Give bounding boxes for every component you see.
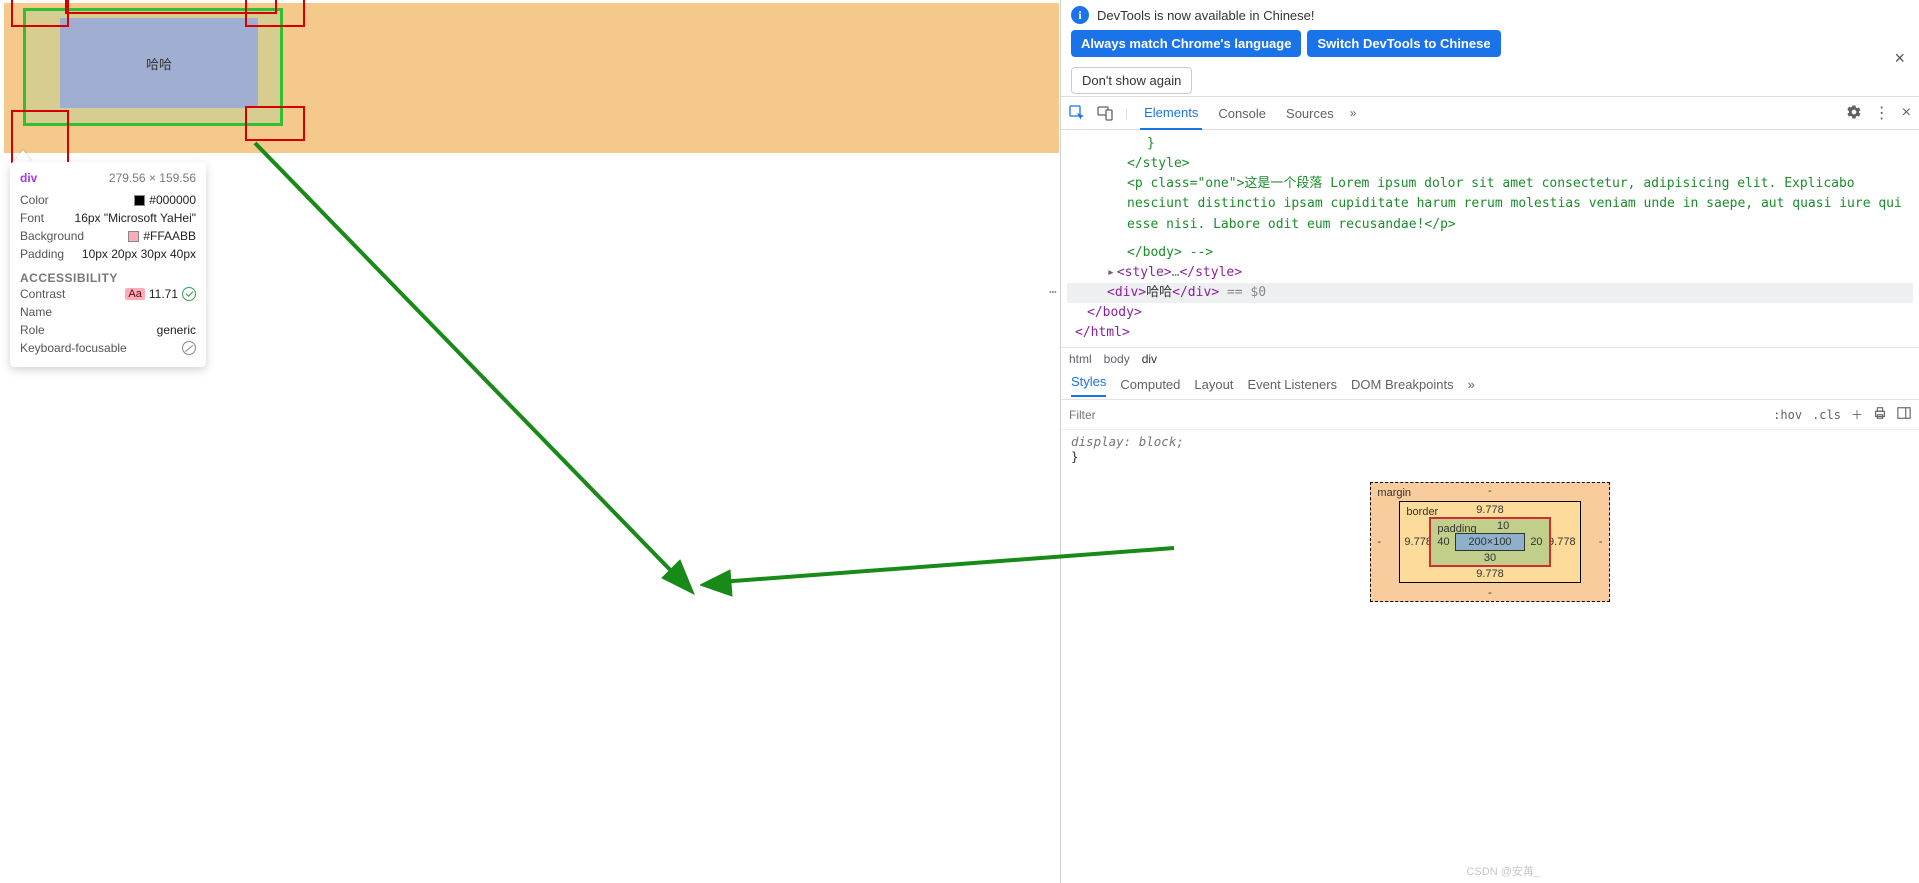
styles-filter-row: :hov .cls ＋ bbox=[1061, 400, 1919, 430]
info-icon: i bbox=[1071, 6, 1089, 24]
annotation-arrow bbox=[700, 540, 1180, 620]
tab-console[interactable]: Console bbox=[1214, 98, 1270, 129]
annotation-box bbox=[245, 0, 305, 27]
tab-computed[interactable]: Computed bbox=[1120, 377, 1180, 392]
devtools-toolbar: | Elements Console Sources » ⋮ × bbox=[1061, 96, 1919, 130]
selected-dom-node[interactable]: ⋯<div>哈哈</div> == $0 bbox=[1067, 283, 1913, 303]
tooltip-label: Color bbox=[20, 193, 49, 207]
tab-layout[interactable]: Layout bbox=[1194, 377, 1233, 392]
tooltip-label: Padding bbox=[20, 247, 64, 261]
tooltip-label: Background bbox=[20, 229, 84, 243]
check-icon bbox=[182, 287, 196, 301]
cls-toggle[interactable]: .cls bbox=[1812, 408, 1841, 422]
gear-icon[interactable] bbox=[1846, 104, 1862, 123]
device-toggle-icon[interactable] bbox=[1097, 105, 1113, 121]
print-icon[interactable] bbox=[1873, 406, 1887, 423]
style-close: } bbox=[1071, 449, 1909, 464]
tab-sources[interactable]: Sources bbox=[1282, 98, 1338, 129]
new-style-icon[interactable]: ＋ bbox=[1851, 406, 1863, 423]
bm-border-label: border bbox=[1406, 506, 1438, 518]
tab-dom-breakpoints[interactable]: DOM Breakpoints bbox=[1351, 377, 1454, 392]
tooltip-color: #000000 bbox=[134, 193, 196, 207]
tab-elements[interactable]: Elements bbox=[1140, 97, 1202, 130]
code-line[interactable]: <p class="one">这是一个段落 Lorem ipsum dolor … bbox=[1067, 174, 1913, 234]
inspected-element-overlay[interactable]: 哈哈 bbox=[23, 0, 285, 150]
tooltip-contrast: Aa11.71 bbox=[125, 287, 196, 301]
breadcrumb-html[interactable]: html bbox=[1069, 352, 1092, 366]
breadcrumb[interactable]: html body div bbox=[1061, 347, 1919, 370]
annotation-box bbox=[11, 0, 69, 27]
tooltip-pointer bbox=[14, 150, 32, 162]
bm-margin-label: margin bbox=[1377, 487, 1411, 499]
inspect-tooltip: div 279.56 × 159.56 Color #000000 Font 16p… bbox=[10, 162, 206, 367]
breadcrumb-body[interactable]: body bbox=[1104, 352, 1130, 366]
tooltip-label: Name bbox=[20, 305, 52, 319]
code-line: </style> bbox=[1067, 154, 1913, 174]
code-line[interactable]: </body> bbox=[1067, 303, 1913, 323]
kebab-icon[interactable]: ⋮ bbox=[1874, 103, 1890, 123]
box-model[interactable]: margin - - - - border 9.778 9.778 9.778 … bbox=[1061, 468, 1919, 610]
watermark: CSDN @安苒_ bbox=[1466, 863, 1540, 879]
tooltip-tag: div bbox=[20, 171, 37, 185]
tooltip-font: 16px "Microsoft YaHei" bbox=[75, 211, 196, 225]
tooltip-kf bbox=[182, 341, 196, 355]
dont-show-button[interactable]: Don't show again bbox=[1071, 67, 1192, 94]
lang-info-text: DevTools is now available in Chinese! bbox=[1097, 8, 1315, 23]
code-line: } bbox=[1067, 134, 1913, 154]
code-line: </body> --> bbox=[1067, 243, 1913, 263]
bm-content[interactable]: 200×100 bbox=[1455, 533, 1524, 551]
hov-toggle[interactable]: :hov bbox=[1773, 408, 1802, 422]
style-declaration[interactable]: display: block; bbox=[1071, 434, 1184, 449]
dom-tree[interactable]: } </style> <p class="one">这是一个段落 Lorem i… bbox=[1061, 130, 1919, 347]
tooltip-role: generic bbox=[157, 323, 196, 337]
inspected-element[interactable]: 哈哈 bbox=[60, 18, 258, 108]
inspected-text: 哈哈 bbox=[146, 54, 172, 73]
tooltip-a11y-header: ACCESSIBILITY bbox=[20, 271, 196, 285]
tab-styles[interactable]: Styles bbox=[1071, 374, 1106, 397]
style-rule[interactable]: display: block; } bbox=[1061, 430, 1919, 468]
close-devtools-icon[interactable]: × bbox=[1902, 104, 1911, 122]
code-line[interactable]: ▸<style>…</style> bbox=[1067, 263, 1913, 283]
styles-tabbar: Styles Computed Layout Event Listeners D… bbox=[1061, 370, 1919, 400]
breadcrumb-div[interactable]: div bbox=[1142, 352, 1157, 366]
tab-event-listeners[interactable]: Event Listeners bbox=[1247, 377, 1337, 392]
annotation-arrow bbox=[250, 140, 700, 600]
more-tabs-icon[interactable]: » bbox=[1350, 106, 1357, 120]
match-language-button[interactable]: Always match Chrome's language bbox=[1071, 30, 1301, 57]
tooltip-label: Role bbox=[20, 323, 45, 337]
tooltip-label: Font bbox=[20, 211, 44, 225]
toggle-sidebar-icon[interactable] bbox=[1897, 406, 1911, 423]
devtools-panel: i DevTools is now available in Chinese! … bbox=[1060, 0, 1919, 883]
close-icon[interactable]: × bbox=[1894, 48, 1905, 69]
tooltip-label: Keyboard-focusable bbox=[20, 341, 127, 355]
annotation-box bbox=[245, 106, 305, 141]
code-line[interactable]: </html> bbox=[1067, 323, 1913, 343]
tooltip-padding: 10px 20px 30px 40px bbox=[82, 247, 196, 261]
tooltip-label: Contrast bbox=[20, 287, 65, 301]
inspect-icon[interactable] bbox=[1069, 105, 1085, 121]
switch-language-button[interactable]: Switch DevTools to Chinese bbox=[1307, 30, 1500, 57]
tooltip-bg: #FFAABB bbox=[128, 229, 196, 243]
tooltip-dim: 279.56 × 159.56 bbox=[109, 171, 196, 185]
styles-filter-input[interactable] bbox=[1069, 408, 1763, 422]
more-tabs-icon[interactable]: » bbox=[1468, 377, 1475, 392]
not-allowed-icon bbox=[182, 341, 196, 355]
